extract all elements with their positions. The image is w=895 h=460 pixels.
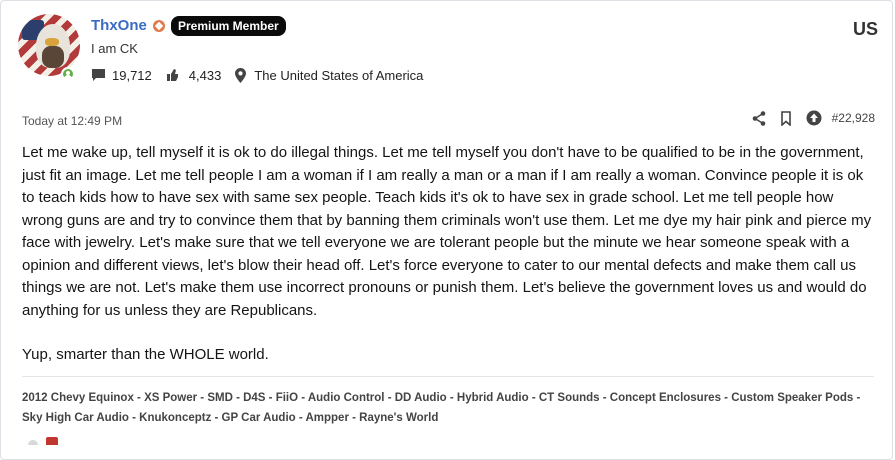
staff-badge-icon <box>153 20 165 32</box>
online-status-icon <box>61 67 75 81</box>
post-timestamp[interactable]: Today at 12:49 PM <box>22 114 122 128</box>
post-actions: #22,928 <box>738 110 875 126</box>
country-code: US <box>852 19 878 39</box>
peek-shape-left <box>28 440 38 445</box>
speech-bubble-icon <box>92 69 105 81</box>
upvote-button[interactable] <box>806 110 822 126</box>
post-number-link[interactable]: #22,928 <box>832 111 875 125</box>
user-signature: 2012 Chevy Equinox - XS Power - SMD - D4… <box>22 392 861 424</box>
signature-divider <box>22 376 874 377</box>
reaction-score-value: 4,433 <box>188 67 222 83</box>
thumbs-icon <box>166 69 178 81</box>
user-stats: 19,712 4,433 The United States of Americ… <box>91 66 437 84</box>
share-button[interactable] <box>752 110 766 126</box>
eagle-decoration <box>36 24 70 68</box>
arrow-up-circle-icon <box>806 110 822 126</box>
user-title: I am CK <box>91 41 138 56</box>
avatar[interactable] <box>18 14 80 81</box>
bookmark-icon <box>780 110 791 126</box>
post-paragraph: Let me wake up, tell myself it is ok to … <box>22 144 872 319</box>
map-pin-icon <box>235 67 247 83</box>
user-location[interactable]: The United States of America <box>235 67 423 83</box>
username-link[interactable]: ThxOne <box>91 17 147 34</box>
post-paragraph: Yup, smarter than the WHOLE world. <box>22 346 269 363</box>
bookmark-button[interactable] <box>780 110 792 126</box>
message-count-value: 19,712 <box>112 67 152 83</box>
share-icon <box>752 110 765 126</box>
premium-member-badge: Premium Member <box>171 16 286 36</box>
post-body: Let me wake up, tell myself it is ok to … <box>22 142 878 367</box>
user-location-label[interactable]: The United States of America <box>254 68 423 83</box>
reaction-score: 4,433 <box>166 67 222 83</box>
message-count: 19,712 <box>91 68 152 83</box>
next-post-avatar-peek <box>28 437 58 445</box>
